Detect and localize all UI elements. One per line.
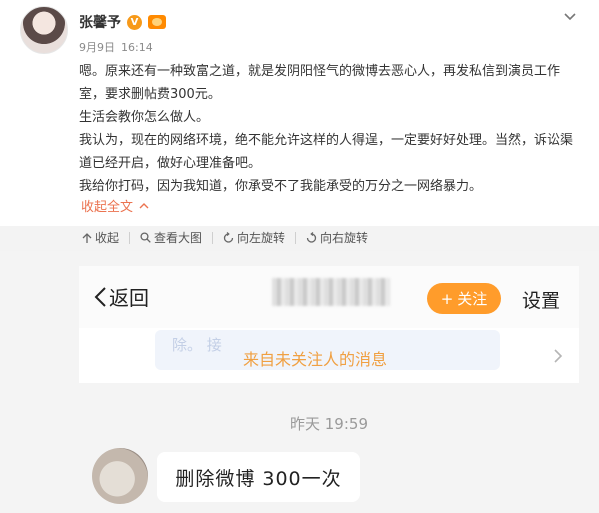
rotate-right-icon — [306, 232, 317, 243]
chevron-down-icon[interactable] — [563, 10, 577, 24]
message-bubble: 删除微博 300一次 — [157, 452, 360, 502]
arrow-up-icon — [82, 232, 92, 243]
avatar[interactable] — [20, 6, 68, 54]
verified-badge-icon: V — [127, 14, 142, 30]
rotate-right-button[interactable]: 向右旋转 — [304, 229, 370, 246]
follow-label: 关注 — [457, 290, 488, 308]
message-timestamp: 昨天 19:59 — [290, 415, 368, 433]
rotate-left-button[interactable]: 向左旋转 — [221, 229, 287, 246]
divider — [212, 231, 214, 244]
post-paragraph: 生活会教你怎么做人。 — [79, 110, 210, 125]
rotate-right-label: 向右旋转 — [320, 231, 369, 245]
message-text: 删除微博 300一次 — [175, 467, 342, 490]
chevron-up-icon — [139, 202, 149, 208]
post-date[interactable]: 9月9日 — [79, 41, 115, 54]
member-badge-icon — [148, 15, 166, 29]
plus-icon: + — [440, 289, 454, 308]
magnifier-icon — [140, 232, 151, 243]
post-paragraph: 我认为，现在的网络环境，绝不能允许这样的人得逞，一定要好好处理。当然，诉讼渠道已… — [79, 133, 574, 171]
author-row: 张馨予 V — [79, 12, 166, 32]
sender-avatar — [92, 448, 148, 504]
post-paragraph: 我给你打码，因为我知道，你承受不了我能承受的万分之一网络暴力。 — [79, 179, 483, 194]
post-meta: 9月9日 16:14 — [79, 39, 153, 55]
collapse-image-label: 收起 — [95, 231, 120, 245]
collapse-text-label: 收起全文 — [81, 200, 134, 215]
settings-label: 设置 — [522, 290, 561, 312]
view-large-button[interactable]: 查看大图 — [138, 229, 204, 246]
divider — [129, 231, 131, 244]
image-toolbar: 收起 查看大图 向左旋转 向右旋转 — [80, 229, 370, 246]
rotate-left-icon — [223, 232, 234, 243]
blurred-contact-name — [272, 278, 390, 306]
divider — [295, 231, 297, 244]
back-label: 返回 — [109, 286, 149, 310]
collapse-text-link[interactable]: 收起全文 — [81, 196, 149, 215]
view-large-label: 查看大图 — [154, 231, 203, 245]
post-text: 嗯。原来还有一种致富之道，就是发阴阳怪气的微博去恶心人，再发私信到演员工作室，要… — [79, 60, 579, 198]
ghost-text: 除。 接 — [172, 336, 222, 354]
chevron-left-icon — [94, 286, 106, 307]
notice-label: 来自未关注人的消息 — [243, 350, 388, 369]
post-time[interactable]: 16:14 — [121, 41, 153, 54]
back-button: 返回 — [93, 282, 149, 311]
collapse-image-button[interactable]: 收起 — [80, 229, 121, 246]
post-paragraph: 嗯。原来还有一种致富之道，就是发阴阳怪气的微博去恶心人，再发私信到演员工作室，要… — [79, 64, 561, 102]
chevron-right-icon — [554, 349, 563, 363]
follow-button: + 关注 — [427, 283, 501, 314]
rotate-left-label: 向左旋转 — [237, 231, 286, 245]
username[interactable]: 张馨予 — [79, 12, 121, 32]
